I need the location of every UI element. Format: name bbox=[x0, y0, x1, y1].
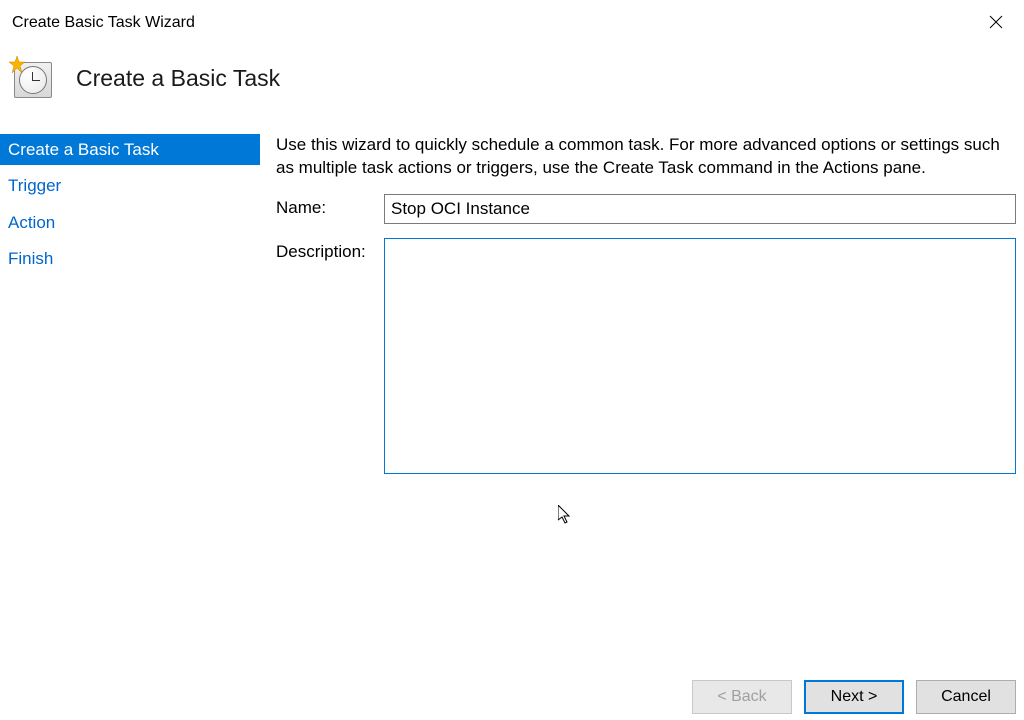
name-row: Name: bbox=[276, 194, 1016, 224]
intro-text: Use this wizard to quickly schedule a co… bbox=[276, 134, 1016, 180]
close-button[interactable] bbox=[980, 8, 1012, 36]
sidebar-step-action[interactable]: Action bbox=[0, 207, 260, 238]
sidebar-step-finish[interactable]: Finish bbox=[0, 243, 260, 274]
description-label: Description: bbox=[276, 238, 384, 262]
task-clock-icon bbox=[8, 56, 52, 100]
back-button: < Back bbox=[692, 680, 792, 714]
close-icon bbox=[989, 15, 1003, 29]
content-area: Create a Basic Task Trigger Action Finis… bbox=[0, 134, 1024, 654]
wizard-header: Create a Basic Task bbox=[0, 36, 1024, 134]
main-panel: Use this wizard to quickly schedule a co… bbox=[260, 134, 1024, 654]
name-input[interactable] bbox=[384, 194, 1016, 224]
description-input[interactable] bbox=[384, 238, 1016, 474]
wizard-steps-sidebar: Create a Basic Task Trigger Action Finis… bbox=[0, 134, 260, 654]
title-bar: Create Basic Task Wizard bbox=[0, 0, 1024, 36]
button-bar: < Back Next > Cancel bbox=[692, 680, 1016, 714]
sidebar-step-trigger[interactable]: Trigger bbox=[0, 170, 260, 201]
cancel-button[interactable]: Cancel bbox=[916, 680, 1016, 714]
name-label: Name: bbox=[276, 194, 384, 218]
page-title: Create a Basic Task bbox=[76, 65, 280, 92]
description-row: Description: bbox=[276, 238, 1016, 474]
sidebar-step-create-basic-task[interactable]: Create a Basic Task bbox=[0, 134, 260, 165]
next-button[interactable]: Next > bbox=[804, 680, 904, 714]
window-title: Create Basic Task Wizard bbox=[12, 8, 195, 32]
